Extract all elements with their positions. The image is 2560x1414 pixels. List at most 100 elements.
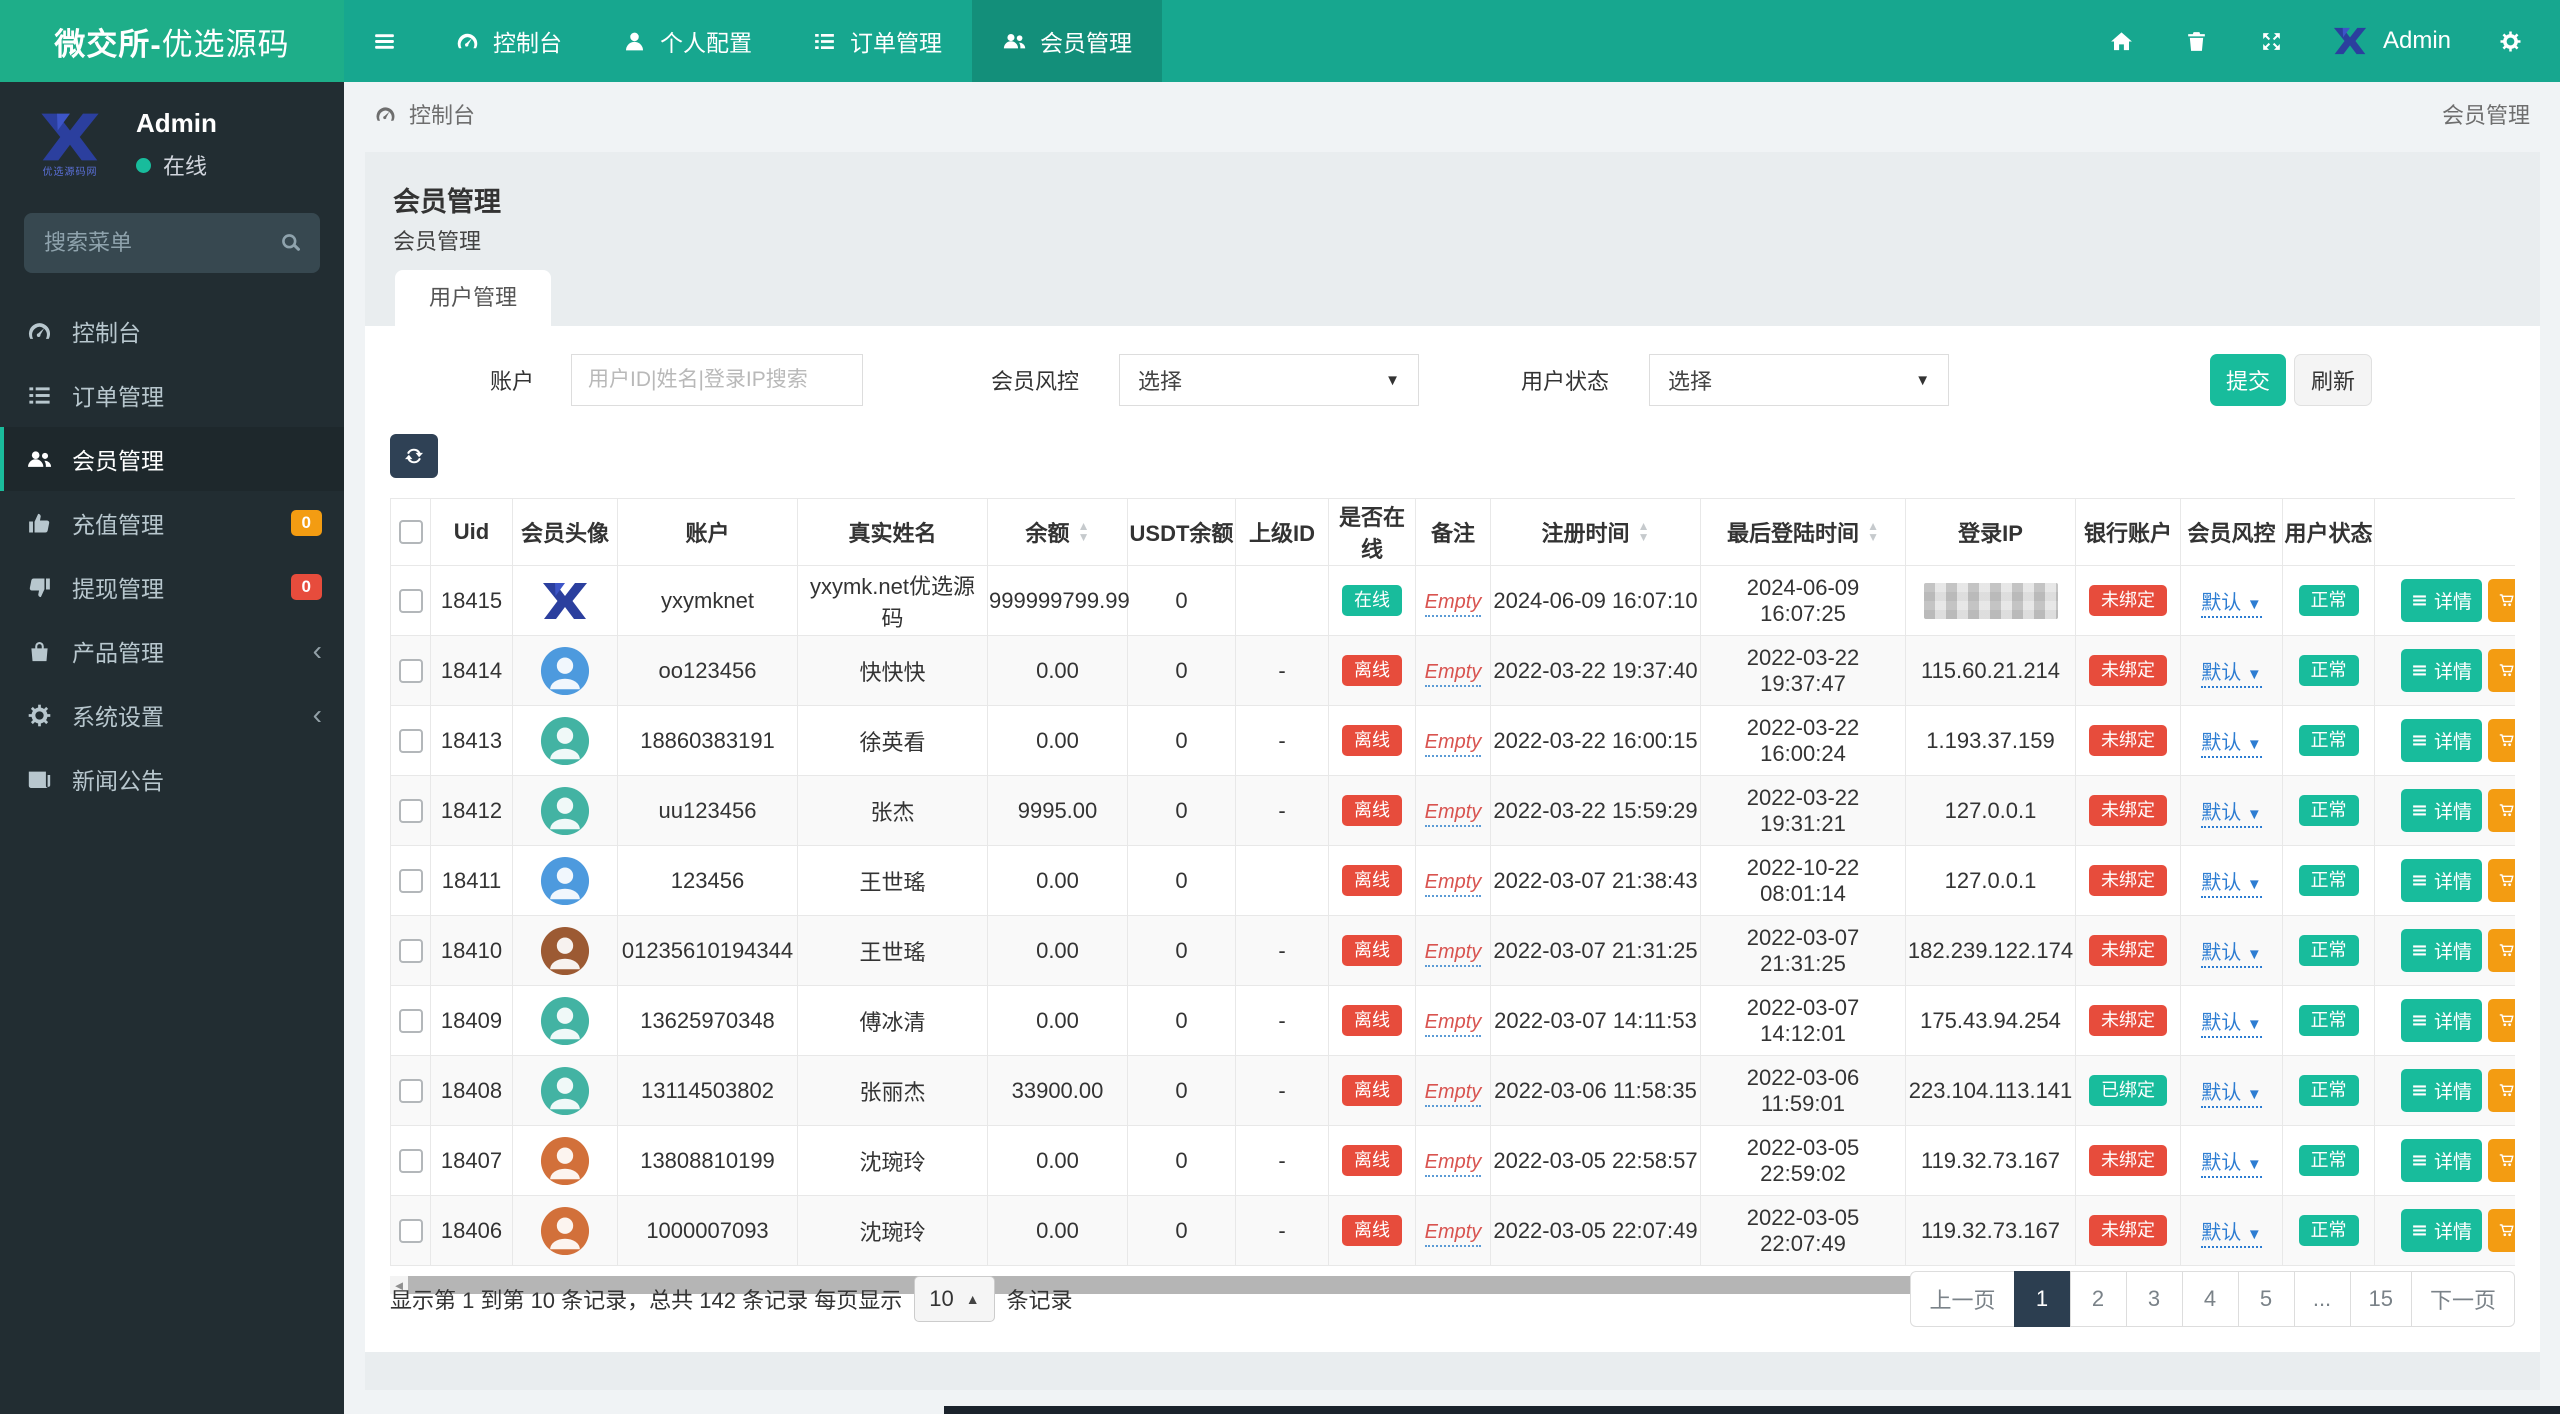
brand-logo[interactable]: 微交所- 优选源码 (0, 0, 344, 82)
remark-edit-link[interactable]: Empty (1424, 1080, 1482, 1107)
remark-edit-link[interactable]: Empty (1424, 1150, 1482, 1177)
buy-points-button[interactable]: 分 (2488, 579, 2515, 622)
home-button[interactable] (2084, 0, 2159, 82)
buy-points-button[interactable]: 分 (2488, 1069, 2515, 1112)
buy-points-button[interactable]: 分 (2488, 999, 2515, 1042)
page-button-...[interactable]: ... (2293, 1271, 2351, 1327)
detail-button[interactable]: 详情 (2401, 929, 2483, 972)
sort-carets-icon[interactable]: ▲ ▼ (1078, 520, 1090, 543)
sort-carets-icon[interactable]: ▲ ▼ (1638, 520, 1650, 543)
risk-dropdown-link[interactable]: 默认 ▼ (2201, 1222, 2262, 1248)
row-checkbox[interactable] (398, 798, 423, 823)
detail-button[interactable]: 详情 (2401, 789, 2483, 832)
breadcrumb-dashboard-link[interactable]: 控制台 (374, 98, 475, 130)
column-header-注册时间[interactable]: 注册时间 ▲ ▼ (1490, 498, 1701, 566)
column-header-最后登陆时间[interactable]: 最后登陆时间 ▲ ▼ (1700, 498, 1906, 566)
row-checkbox[interactable] (398, 1008, 423, 1033)
detail-button[interactable]: 详情 (2401, 579, 2483, 622)
sidebar-item-会员管理[interactable]: 会员管理 (0, 427, 344, 491)
row-checkbox[interactable] (398, 588, 423, 613)
sidebar-item-产品管理[interactable]: 产品管理 ‹ (0, 619, 344, 683)
buy-points-button[interactable]: 分 (2488, 719, 2515, 762)
next-page-button[interactable]: 下一页 (2410, 1271, 2515, 1327)
detail-button[interactable]: 详情 (2401, 1209, 2483, 1252)
risk-dropdown-link[interactable]: 默认 ▼ (2201, 872, 2262, 898)
detail-button[interactable]: 详情 (2401, 1069, 2483, 1112)
risk-dropdown-link[interactable]: 默认 ▼ (2201, 1082, 2262, 1108)
page-button-5[interactable]: 5 (2237, 1271, 2295, 1327)
sidebar-item-充值管理[interactable]: 充值管理 0 (0, 491, 344, 555)
menu-search-input[interactable] (24, 213, 320, 273)
remark-edit-link[interactable]: Empty (1424, 660, 1482, 687)
tab-user-management[interactable]: 用户管理 (395, 270, 552, 326)
buy-points-button[interactable]: 分 (2488, 789, 2515, 832)
page-size-dropdown[interactable]: 10 ▲ (914, 1276, 995, 1322)
settings-button[interactable] (2473, 0, 2548, 82)
select-all-checkbox[interactable] (398, 520, 423, 544)
page-button-15[interactable]: 15 (2349, 1271, 2412, 1327)
count-badge: 0 (290, 510, 322, 536)
submit-button[interactable]: 提交 (2210, 354, 2286, 406)
online-status-badge: 离线 (1342, 1004, 1402, 1037)
row-checkbox[interactable] (398, 1148, 423, 1173)
sidebar-item-新闻公告[interactable]: 新闻公告 (0, 747, 344, 811)
row-checkbox[interactable] (398, 728, 423, 753)
detail-button[interactable]: 详情 (2401, 719, 2483, 762)
sidebar-item-控制台[interactable]: 控制台 (0, 299, 344, 363)
buy-points-button[interactable]: 分 (2488, 929, 2515, 972)
nav-item-1[interactable]: 控制台 (425, 0, 592, 82)
buy-points-button[interactable]: 分 (2488, 1139, 2515, 1182)
remark-edit-link[interactable]: Empty (1424, 730, 1482, 757)
row-checkbox[interactable] (398, 658, 423, 683)
nav-item-2[interactable]: 个人配置 (592, 0, 782, 82)
risk-dropdown-link[interactable]: 默认 ▼ (2201, 1152, 2262, 1178)
column-header-余额[interactable]: 余额 ▲ ▼ (987, 498, 1128, 566)
page-button-4[interactable]: 4 (2181, 1271, 2239, 1327)
page-button-1[interactable]: 1 (2013, 1271, 2071, 1327)
buy-points-button[interactable]: 分 (2488, 649, 2515, 692)
sidebar-item-订单管理[interactable]: 订单管理 (0, 363, 344, 427)
status-select[interactable]: 选择 ▼ (1649, 354, 1950, 406)
detail-button[interactable]: 详情 (2401, 999, 2483, 1042)
remark-edit-link[interactable]: Empty (1424, 870, 1482, 897)
remark-edit-link[interactable]: Empty (1424, 590, 1482, 617)
cell-risk: 默认 ▼ (2180, 1195, 2283, 1266)
account-search-input[interactable] (571, 354, 864, 406)
remark-edit-link[interactable]: Empty (1424, 1010, 1482, 1037)
buy-points-button[interactable]: 分 (2488, 859, 2515, 902)
nav-item-4[interactable]: 会员管理 (972, 0, 1162, 82)
sidebar-item-提现管理[interactable]: 提现管理 0 (0, 555, 344, 619)
risk-dropdown-link[interactable]: 默认 ▼ (2201, 802, 2262, 828)
row-checkbox[interactable] (398, 938, 423, 963)
risk-dropdown-link[interactable]: 默认 ▼ (2201, 592, 2262, 618)
risk-dropdown-link[interactable]: 默认 ▼ (2201, 1012, 2262, 1038)
risk-dropdown-link[interactable]: 默认 ▼ (2201, 732, 2262, 758)
trash-button[interactable] (2159, 0, 2234, 82)
risk-dropdown-link[interactable]: 默认 ▼ (2201, 662, 2262, 688)
fullscreen-button[interactable] (2234, 0, 2309, 82)
prev-page-button[interactable]: 上一页 (1910, 1271, 2015, 1327)
admin-menu[interactable]: Admin (2309, 22, 2473, 60)
risk-select[interactable]: 选择 ▼ (1119, 354, 1420, 406)
online-status-badge: 离线 (1342, 1214, 1402, 1247)
remark-edit-link[interactable]: Empty (1424, 800, 1482, 827)
risk-dropdown-link[interactable]: 默认 ▼ (2201, 942, 2262, 968)
detail-button[interactable]: 详情 (2401, 649, 2483, 692)
row-checkbox[interactable] (398, 868, 423, 893)
refresh-button[interactable]: 刷新 (2294, 354, 2372, 406)
detail-button[interactable]: 详情 (2401, 1139, 2483, 1182)
sort-carets-icon[interactable]: ▲ ▼ (1867, 520, 1879, 543)
page-button-2[interactable]: 2 (2069, 1271, 2127, 1327)
nav-item-3[interactable]: 订单管理 (782, 0, 972, 82)
buy-points-button[interactable]: 分 (2488, 1209, 2515, 1252)
column-header-账户: 账户 (617, 498, 798, 566)
row-checkbox[interactable] (398, 1078, 423, 1103)
remark-edit-link[interactable]: Empty (1424, 940, 1482, 967)
row-checkbox[interactable] (398, 1218, 423, 1243)
remark-edit-link[interactable]: Empty (1424, 1220, 1482, 1247)
page-button-3[interactable]: 3 (2125, 1271, 2183, 1327)
sidebar-toggle-button[interactable] (344, 0, 425, 82)
table-refresh-button[interactable] (390, 434, 438, 478)
detail-button[interactable]: 详情 (2401, 859, 2483, 902)
sidebar-item-系统设置[interactable]: 系统设置 ‹ (0, 683, 344, 747)
